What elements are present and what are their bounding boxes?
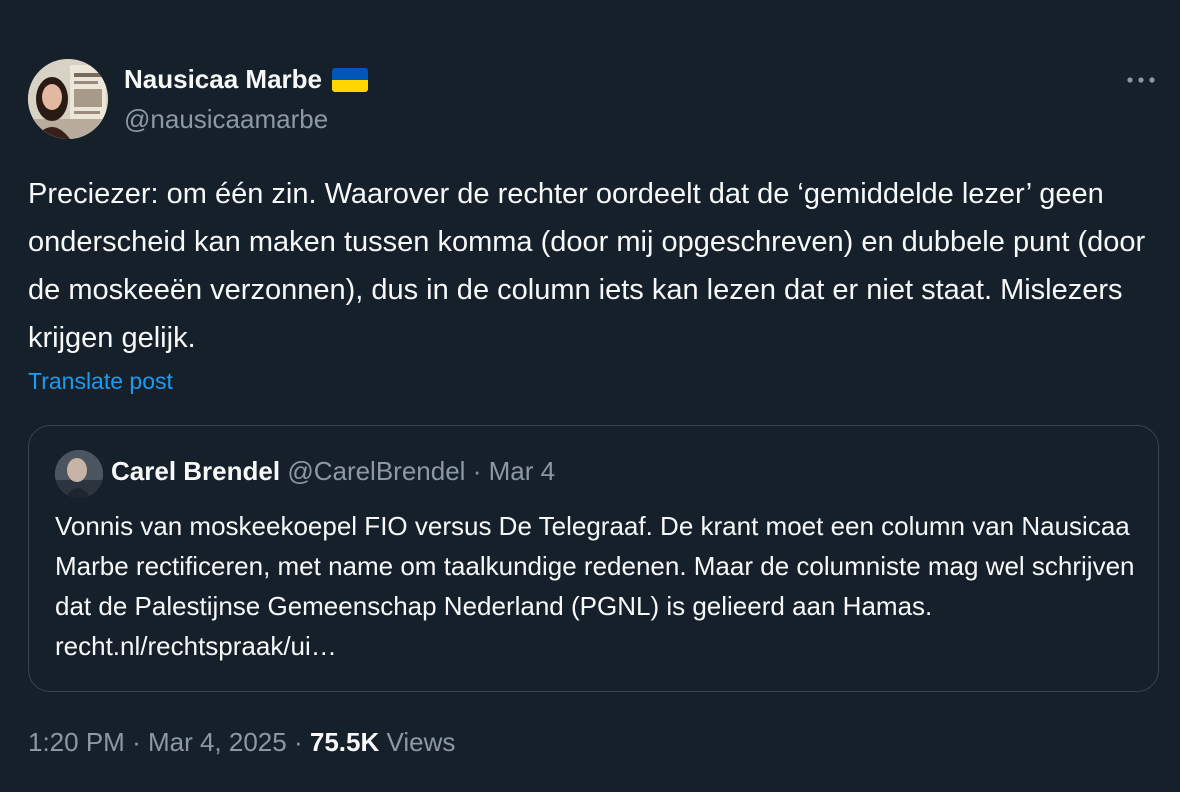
translate-post-link[interactable]: Translate post — [28, 368, 173, 395]
quote-author-avatar-image — [55, 450, 103, 498]
tweet: Nausicaa Marbe @nausicaamarbe Preciezer:… — [0, 0, 1180, 792]
quoted-post[interactable]: Carel Brendel @CarelBrendel · Mar 4 Vonn… — [28, 425, 1159, 692]
quote-date[interactable]: Mar 4 — [489, 456, 555, 486]
post-footer: 1:20 PM · Mar 4, 2025 · 75.5K Views — [28, 727, 455, 758]
quote-header: Carel Brendel @CarelBrendel · Mar 4 — [111, 456, 555, 487]
footer-separator: · — [132, 727, 141, 757]
quote-author-handle[interactable]: @CarelBrendel — [287, 456, 465, 486]
author-handle[interactable]: @nausicaamarbe — [124, 104, 328, 135]
post-time[interactable]: 1:20 PM — [28, 727, 125, 757]
post-text: Preciezer: om één zin. Waarover de recht… — [28, 178, 1146, 354]
author-avatar[interactable] — [28, 59, 108, 139]
quote-author-avatar[interactable] — [55, 450, 103, 498]
quote-text: Vonnis van moskeekoepel FIO versus De Te… — [55, 511, 1135, 661]
author-name-text[interactable]: Nausicaa Marbe — [124, 64, 322, 95]
more-options-icon[interactable] — [1124, 68, 1160, 92]
quote-separator: · — [472, 456, 482, 486]
footer-separator-2: · — [293, 727, 303, 757]
author-display-name[interactable]: Nausicaa Marbe — [124, 64, 368, 95]
quote-author-name[interactable]: Carel Brendel — [111, 456, 280, 486]
author-avatar-image — [28, 59, 108, 139]
views-count: 75.5K — [309, 727, 380, 757]
post-date[interactable]: Mar 4, 2025 — [148, 727, 287, 757]
views-label: Views — [386, 727, 456, 757]
ukraine-flag-icon — [331, 67, 368, 92]
